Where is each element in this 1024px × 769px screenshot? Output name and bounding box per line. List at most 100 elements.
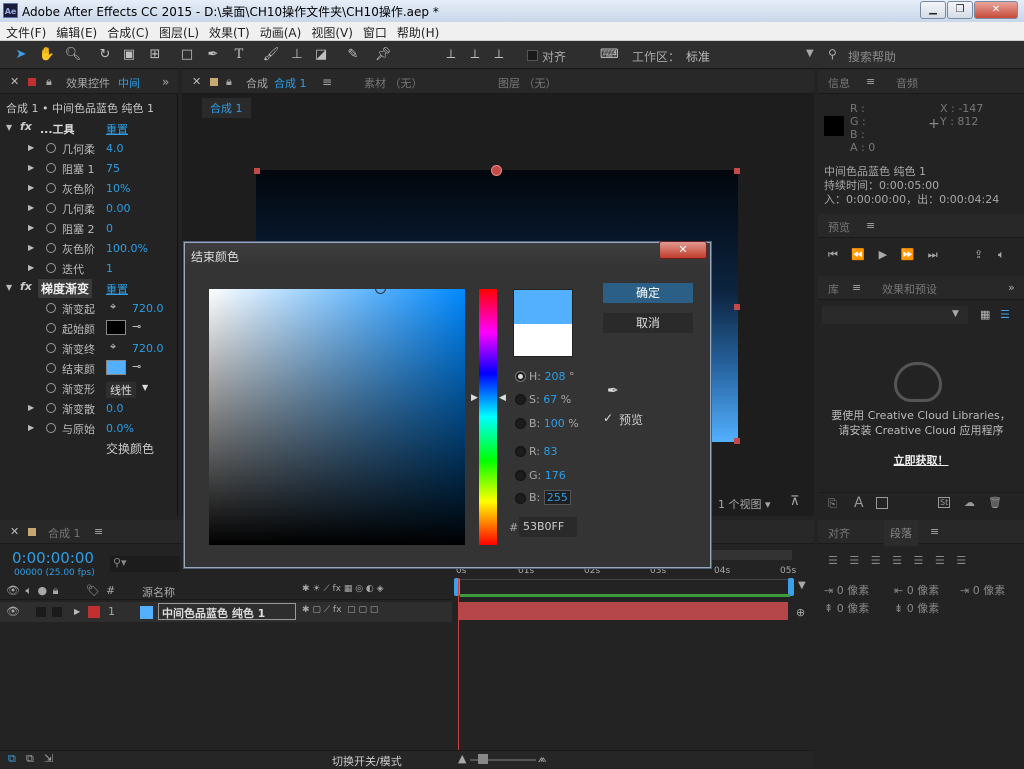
hue-slider-right-arrow[interactable]: ◀ — [499, 393, 506, 403]
property-value[interactable]: 100.0% — [106, 242, 148, 255]
tab-effects-control[interactable]: 效果控件 — [66, 75, 110, 91]
comp-marker-icon[interactable]: ▼ — [798, 580, 806, 591]
selection-tool-icon[interactable]: ➤ — [12, 46, 30, 64]
next-frame-icon[interactable]: ⏩ — [901, 248, 915, 261]
stopwatch-icon[interactable] — [46, 423, 56, 433]
puppet-tool-icon[interactable]: 📌︎ — [374, 46, 392, 64]
tab-preview[interactable]: 预览 — [828, 219, 850, 235]
g-field[interactable]: G: 176 — [529, 469, 566, 482]
link-icon[interactable]: ⎘ — [828, 497, 837, 511]
expand-triangle-icon[interactable]: ▶ — [74, 607, 80, 616]
fx-icon[interactable]: fx — [20, 120, 32, 133]
property-value[interactable]: 0 — [106, 222, 113, 235]
b-radio[interactable] — [515, 418, 526, 429]
close-icon[interactable]: ✕ — [974, 1, 1018, 19]
s-value[interactable]: 67 — [543, 393, 557, 406]
menu-edit[interactable]: 编辑(E) — [50, 22, 101, 41]
preview-checkbox[interactable]: ✓ — [603, 411, 613, 425]
stopwatch-icon[interactable] — [46, 303, 56, 313]
lock-icon[interactable]: 🔒︎ — [226, 75, 232, 89]
indent-right[interactable]: ⇤ 0 像素 — [894, 582, 939, 598]
effect-property-row[interactable]: ▶ 灰色阶 10% — [0, 178, 176, 198]
justify-right-icon[interactable]: ☰ — [935, 554, 945, 567]
breadcrumb[interactable]: 合成 1 — [202, 98, 251, 118]
tab-align[interactable]: 对齐 — [828, 525, 850, 541]
b-value[interactable]: 100 — [544, 417, 565, 430]
loop-icon[interactable]: ⇪ — [974, 248, 983, 261]
align-center-icon[interactable]: ☰ — [849, 554, 859, 567]
stopwatch-icon[interactable] — [46, 203, 56, 213]
view-layout-select[interactable]: 1 个视图 ▾ — [718, 496, 771, 512]
library-select[interactable] — [822, 306, 968, 324]
menu-window[interactable]: 窗口 — [357, 22, 391, 41]
panel-overflow-icon[interactable]: » — [162, 75, 169, 89]
menu-effect[interactable]: 效果(T) — [203, 22, 254, 41]
text-style-icon[interactable]: A — [854, 495, 864, 511]
chevron-down-icon[interactable]: ▼ — [806, 48, 814, 59]
zoom-out-icon[interactable]: ▲ — [458, 752, 466, 765]
sb-cursor[interactable] — [375, 283, 386, 294]
swap-colors-button[interactable]: 交换颜色 — [106, 440, 154, 457]
effect-property-row[interactable]: ▶ 几何柔 4.0 — [0, 138, 176, 158]
grid-view-icon[interactable]: ▦ — [980, 308, 990, 321]
stopwatch-icon[interactable] — [46, 363, 56, 373]
play-icon[interactable]: ▶ — [879, 248, 887, 261]
justify-all-icon[interactable]: ☰ — [956, 554, 966, 567]
expand-triangle-icon[interactable]: ▶ — [28, 423, 34, 432]
expand-triangle-icon[interactable]: ▶ — [28, 203, 34, 212]
close-icon[interactable]: ✕ — [10, 525, 19, 538]
restore-icon[interactable]: ❐ — [947, 1, 973, 19]
r-field[interactable]: R: 83 — [529, 445, 558, 458]
tab-footage[interactable]: 素材 （无） — [364, 75, 423, 91]
stopwatch-icon[interactable] — [46, 183, 56, 193]
effect-property-row[interactable]: ▶ 与原始 0.0% — [0, 418, 176, 438]
expand-triangle-icon[interactable]: ▶ — [28, 163, 34, 172]
lock-toggle[interactable] — [52, 607, 62, 617]
effect-group-tools[interactable]: ▼ fx ...工具 重置 — [0, 118, 176, 138]
camera-tool-icon[interactable]: ▣ — [120, 46, 138, 64]
color-swatch-icon[interactable] — [876, 497, 888, 509]
toggle-switches-modes[interactable]: 切换开关/模式 — [332, 753, 402, 769]
expand-triangle-icon[interactable]: ▶ — [28, 183, 34, 192]
property-value[interactable]: 0.0% — [106, 422, 134, 435]
expand-triangle-icon[interactable]: ▶ — [28, 143, 34, 152]
hue-slider-left-arrow[interactable]: ▶ — [471, 393, 478, 403]
tab-paragraph[interactable]: 段落 — [884, 520, 918, 546]
menu-animation[interactable]: 动画(A) — [254, 22, 306, 41]
close-icon[interactable]: ✕ — [659, 241, 707, 259]
effect-group-gradient-ramp[interactable]: ▼ fx 梯度渐变 重置 — [0, 278, 176, 298]
eyedropper-icon[interactable]: ⊸ — [132, 360, 141, 373]
eyedropper-icon[interactable]: ✒ — [607, 383, 619, 399]
g-value[interactable]: 176 — [545, 469, 566, 482]
solo-toggle[interactable] — [36, 607, 46, 617]
layer-duration-bar[interactable] — [458, 602, 788, 620]
effect-property-row[interactable]: ▶渐变起720.0⌖ — [0, 298, 176, 318]
r-radio[interactable] — [515, 446, 526, 457]
tab-comp-prefix[interactable]: 合成 — [246, 75, 268, 91]
stopwatch-icon[interactable] — [46, 223, 56, 233]
stock-icon[interactable]: St — [938, 497, 951, 508]
tab-menu-icon[interactable]: ≡ — [930, 525, 939, 538]
indent-first[interactable]: ⇥ 0 像素 — [960, 582, 1005, 598]
hand-tool-icon[interactable]: ✋ — [38, 46, 56, 64]
stopwatch-icon[interactable] — [46, 163, 56, 173]
audio-icon[interactable]: 🔈︎ — [998, 248, 1005, 262]
property-value[interactable]: 720.0 — [132, 342, 164, 355]
effect-property-row[interactable]: ▶ 几何柔 0.00 — [0, 198, 176, 218]
effect-property-row[interactable]: ▶ 灰色阶 100.0% — [0, 238, 176, 258]
stopwatch-icon[interactable] — [46, 143, 56, 153]
align-checkbox[interactable] — [527, 50, 538, 61]
blue-value-input[interactable]: 255 — [543, 490, 571, 505]
eraser-tool-icon[interactable]: ◪ — [312, 46, 330, 64]
layer-handle[interactable] — [734, 438, 740, 444]
hex-input[interactable]: 53B0FF — [519, 517, 577, 537]
pan-behind-tool-icon[interactable]: ⊞ — [146, 46, 164, 64]
current-time-indicator[interactable] — [458, 578, 459, 750]
reset-link[interactable]: 重置 — [106, 281, 128, 297]
ok-button[interactable]: 确定 — [603, 283, 693, 303]
property-value[interactable]: 10% — [106, 182, 130, 195]
stopwatch-icon[interactable] — [46, 383, 56, 393]
menu-view[interactable]: 视图(V) — [305, 22, 357, 41]
expand-triangle-icon[interactable]: ▶ — [28, 263, 34, 272]
rotate-tool-icon[interactable]: ↻ — [96, 46, 114, 64]
